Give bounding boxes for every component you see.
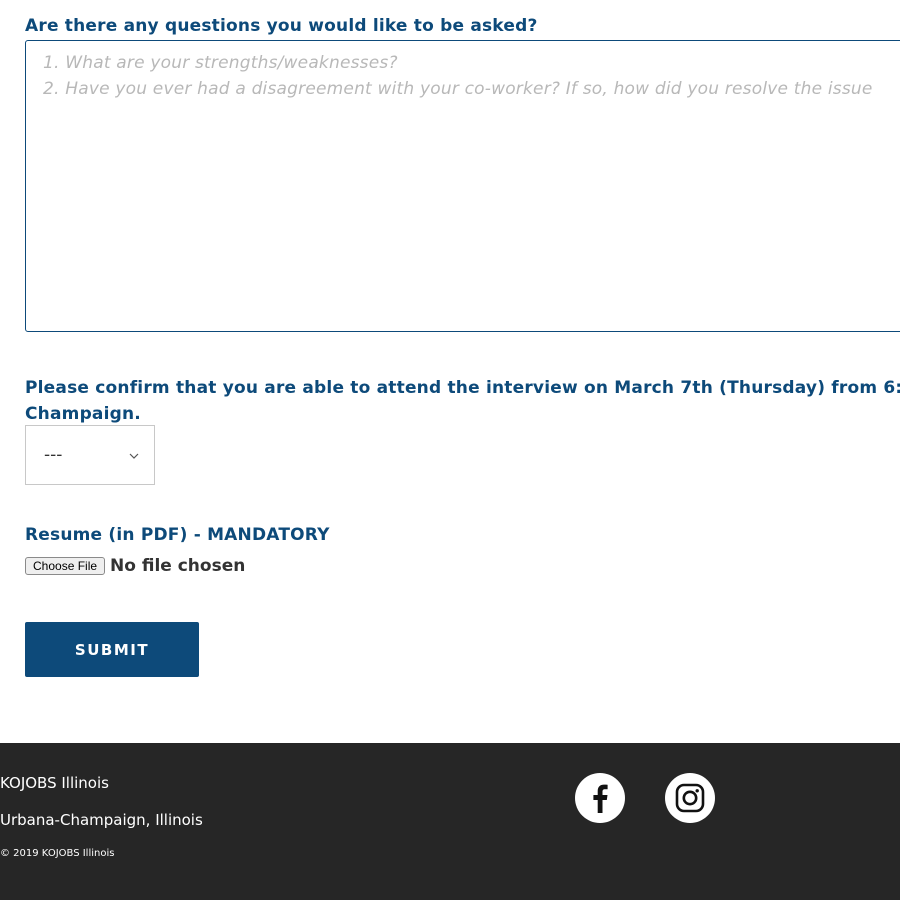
footer-org-name: KOJOBS Illinois — [0, 774, 109, 792]
choose-file-button[interactable]: Choose File — [25, 557, 106, 575]
instagram-link[interactable] — [665, 773, 715, 823]
select-value: --- — [44, 445, 63, 465]
questions-textarea[interactable]: 1. What are your strengths/weaknesses? 2… — [25, 40, 900, 332]
submit-button[interactable]: SUBMIT — [25, 622, 199, 677]
footer-copyright: © 2019 KOJOBS Illinois — [0, 848, 115, 859]
interview-confirm-label-line-2: Champaign. — [25, 404, 141, 424]
footer-location: Urbana-Champaign, Illinois — [0, 811, 203, 829]
instagram-icon — [675, 783, 705, 813]
application-form-page: Are there any questions you would like t… — [0, 0, 900, 900]
questions-placeholder-line-2: 2. Have you ever had a disagreement with… — [43, 79, 873, 99]
chevron-down-icon — [129, 453, 139, 459]
footer: KOJOBS Illinois Urbana-Champaign, Illino… — [0, 743, 900, 900]
resume-label: Resume (in PDF) - MANDATORY — [25, 525, 330, 545]
interview-confirm-label-line-1: Please confirm that you are able to atte… — [25, 378, 900, 398]
no-file-text: No file chosen — [110, 556, 246, 576]
interview-confirm-select[interactable]: --- — [25, 425, 155, 485]
facebook-icon — [593, 784, 608, 813]
questions-placeholder-line-1: 1. What are your strengths/weaknesses? — [43, 53, 398, 73]
questions-label: Are there any questions you would like t… — [25, 16, 538, 36]
facebook-link[interactable] — [575, 773, 625, 823]
resume-file-input: Choose File No file chosen — [25, 556, 245, 576]
interview-confirm-label: Please confirm that you are able to atte… — [25, 375, 900, 427]
